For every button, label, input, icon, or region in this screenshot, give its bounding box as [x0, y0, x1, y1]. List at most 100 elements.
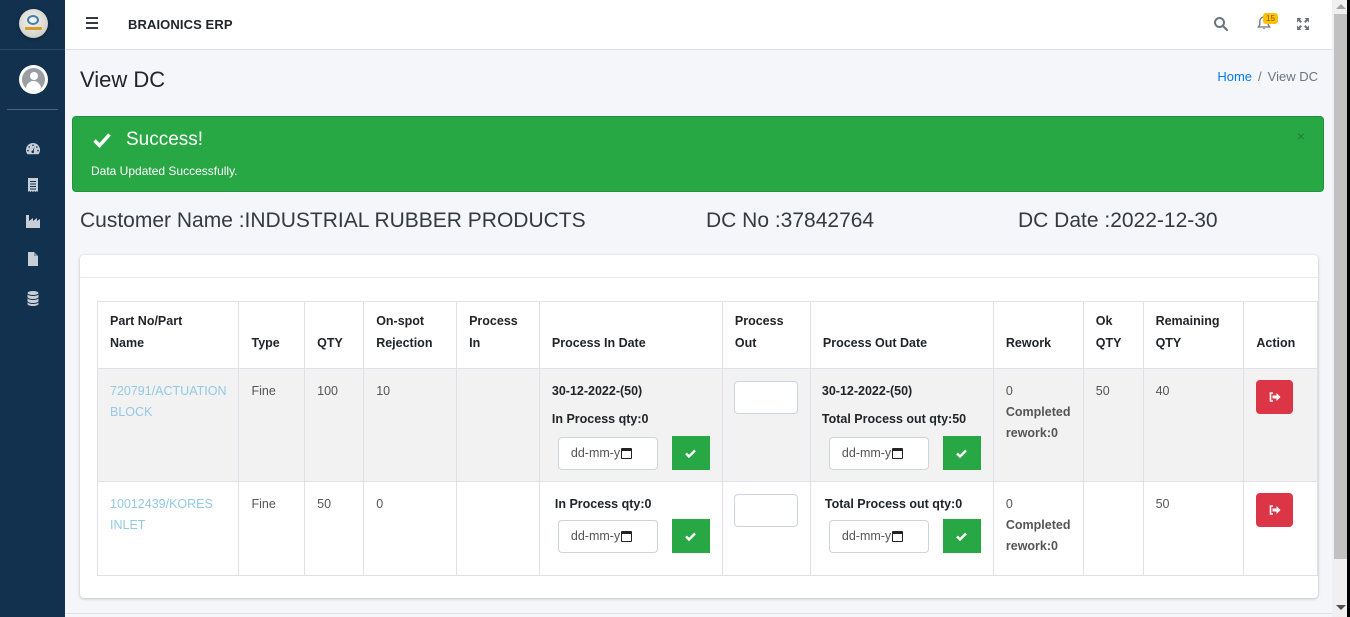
process-out-date-entry: 30-12-2022-(50) — [821, 384, 913, 398]
tachometer-icon — [26, 143, 40, 155]
qty-cell: 50 — [304, 481, 365, 576]
qty-cell: 100 — [304, 368, 365, 482]
customer-name: Customer Name :INDUSTRIAL RUBBER PRODUCT… — [80, 209, 586, 232]
sign-out-icon — [1269, 505, 1281, 515]
sidebar-item-database[interactable] — [24, 289, 42, 307]
process-out-date-input[interactable]: dd-mm-y — [828, 436, 929, 470]
menu-toggle-button[interactable] — [86, 17, 100, 31]
header-rework: Rework — [992, 301, 1084, 369]
completed-rework: Completed rework:0 — [1005, 405, 1071, 440]
sidebar — [0, 0, 65, 617]
success-alert: Success! Data Updated Successfully. × — [72, 116, 1324, 192]
process-in-date-entry: 30-12-2022-(50) — [551, 384, 643, 398]
dc-number: DC No :37842764 — [706, 209, 875, 232]
fullscreen-icon[interactable] — [1295, 16, 1311, 32]
database-icon — [27, 291, 39, 306]
sidebar-divider — [0, 49, 65, 50]
part-cell: 720791/ACTUATION BLOCK — [96, 368, 240, 482]
sign-out-icon — [1269, 392, 1281, 402]
process-in-date-cell: 30-12-2022-(50) In Process qty:0 dd-mm-y — [538, 368, 723, 482]
search-icon[interactable] — [1213, 16, 1229, 32]
alert-message: Data Updated Successfully. — [91, 164, 238, 178]
scroll-up-arrow-icon[interactable] — [1336, 4, 1346, 9]
part-link[interactable]: 720791/ACTUATION BLOCK — [110, 384, 226, 419]
calendar-icon[interactable] — [621, 530, 633, 542]
remaining-qty-cell: 50 — [1142, 481, 1245, 576]
ok-qty-cell — [1082, 481, 1144, 576]
alert-close-button[interactable]: × — [1297, 129, 1305, 143]
header-remaining-qty: Remaining QTY — [1142, 301, 1245, 369]
file-icon — [28, 252, 38, 266]
process-out-date-cell: Total Process out qty:0 dd-mm-y — [809, 481, 994, 576]
check-icon — [685, 532, 697, 541]
breadcrumb-current: View DC — [1267, 69, 1318, 84]
receipt-icon — [28, 178, 38, 192]
check-icon — [93, 133, 111, 148]
part-link[interactable]: 10012439/KORES INLET — [110, 497, 213, 532]
breadcrumb-separator: / — [1258, 69, 1262, 84]
process-in-cell — [456, 368, 540, 482]
scroll-down-arrow-icon[interactable] — [1336, 605, 1346, 610]
company-logo[interactable] — [19, 9, 48, 38]
header-qty: QTY — [304, 301, 365, 369]
dispatch-button[interactable] — [1256, 380, 1294, 414]
header-process-out: Process Out — [721, 301, 811, 369]
calendar-icon[interactable] — [892, 447, 904, 459]
breadcrumb: Home / View DC — [1217, 69, 1318, 84]
process-out-input[interactable] — [733, 381, 798, 414]
save-process-in-button[interactable] — [671, 519, 710, 553]
sidebar-item-receipts[interactable] — [24, 176, 42, 194]
process-out-cell — [721, 481, 811, 576]
footer-divider — [65, 613, 1332, 614]
header-process-out-date: Process Out Date — [809, 301, 994, 369]
process-in-date-input[interactable]: dd-mm-y — [557, 436, 658, 470]
in-process-qty: In Process qty:0 — [551, 412, 649, 426]
header-action: Action — [1243, 301, 1318, 369]
header-type: Type — [238, 301, 306, 369]
industry-icon — [26, 215, 40, 228]
type-cell: Fine — [238, 368, 306, 482]
calendar-icon[interactable] — [621, 447, 633, 459]
rejection-cell: 10 — [363, 368, 458, 482]
rework-cell: 0 Completed rework:0 — [992, 368, 1084, 482]
header-part-no: Part No/Part Name — [96, 301, 240, 369]
header-process-in-date: Process In Date — [538, 301, 723, 369]
sidebar-item-industry[interactable] — [24, 212, 42, 230]
sidebar-item-documents[interactable] — [24, 250, 42, 268]
process-in-date-cell: In Process qty:0 dd-mm-y — [538, 481, 723, 576]
part-cell: 10012439/KORES INLET — [96, 481, 240, 576]
top-navbar: BRAIONICS ERP 15 — [65, 0, 1332, 50]
breadcrumb-home-link[interactable]: Home — [1217, 69, 1252, 84]
process-in-cell — [456, 481, 540, 576]
process-in-date-input[interactable]: dd-mm-y — [557, 519, 658, 553]
notification-badge: 15 — [1263, 13, 1278, 24]
save-process-out-button[interactable] — [942, 436, 981, 470]
completed-rework: Completed rework:0 — [1005, 518, 1071, 553]
remaining-qty-cell: 40 — [1142, 368, 1245, 482]
header-rejection: On-spot Rejection — [363, 301, 458, 369]
save-process-in-button[interactable] — [671, 436, 710, 470]
calendar-icon[interactable] — [892, 530, 904, 542]
process-out-cell — [721, 368, 811, 482]
check-icon — [956, 449, 968, 458]
total-process-out-qty: Total Process out qty:50 — [821, 412, 967, 426]
rework-count: 0 — [1005, 497, 1013, 511]
table-row: 10012439/KORES INLET Fine 50 0 In Process… — [96, 481, 1318, 576]
process-out-date-input[interactable]: dd-mm-y — [828, 519, 929, 553]
check-icon — [685, 449, 697, 458]
action-cell — [1243, 481, 1318, 576]
total-process-out-qty: Total Process out qty:0 — [824, 497, 963, 511]
table-header-row: Part No/Part Name Type QTY On-spot Rejecti… — [96, 301, 1318, 369]
scrollbar-thumb[interactable] — [1334, 14, 1347, 559]
process-out-date-cell: 30-12-2022-(50) Total Process out qty:50… — [809, 368, 994, 482]
user-avatar[interactable] — [19, 65, 48, 94]
table-row: 720791/ACTUATION BLOCK Fine 100 10 30-12-… — [96, 368, 1318, 482]
rework-cell: 0 Completed rework:0 — [992, 481, 1084, 576]
dc-date: DC Date :2022-12-30 — [1018, 209, 1218, 232]
process-out-input[interactable] — [733, 494, 798, 527]
dc-items-table: Part No/Part Name Type QTY On-spot Rejecti… — [96, 301, 1318, 576]
save-process-out-button[interactable] — [942, 519, 981, 553]
rejection-cell: 0 — [363, 481, 458, 576]
dispatch-button[interactable] — [1256, 493, 1294, 527]
sidebar-item-dashboard[interactable] — [24, 140, 42, 158]
